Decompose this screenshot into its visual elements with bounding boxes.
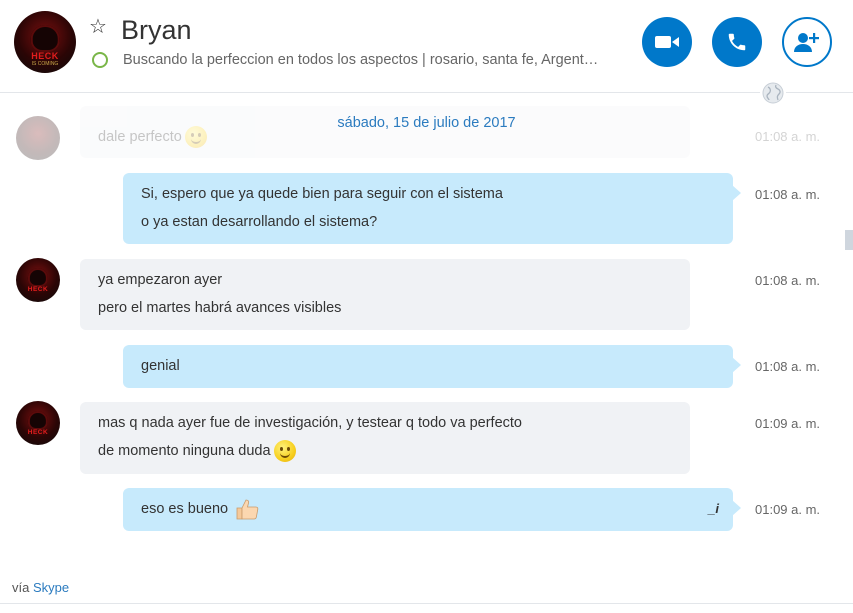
avatar-hood-shape (27, 267, 49, 288)
mood-message: Buscando la perfeccion en todos los aspe… (123, 52, 599, 68)
incoming-message-bubble[interactable]: mas q nada ayer fue de investigación, y … (80, 402, 690, 474)
message-timestamp: 01:09 a. m. (755, 502, 821, 517)
via-label: vía (12, 580, 30, 595)
skype-link[interactable]: Skype (33, 580, 69, 595)
outgoing-message-bubble[interactable]: eso es bueno _i (123, 488, 741, 531)
avatar-sub-text: IS COMING (31, 61, 59, 67)
contact-name[interactable]: Bryan (121, 14, 192, 46)
message-timestamp: 01:08 a. m. (755, 187, 821, 202)
favorite-star-icon[interactable]: ☆ (89, 16, 107, 38)
message-text-line: genial (141, 358, 180, 374)
message-timestamp: 01:08 a. m. (755, 273, 821, 288)
message-timestamp: 01:08 a. m. (755, 359, 821, 374)
outgoing-message-bubble[interactable]: Si, espero que ya quede bien para seguir… (123, 173, 741, 244)
edited-marker[interactable]: _i (708, 495, 719, 523)
incoming-message-bubble[interactable]: ya empezaron ayer pero el martes habrá a… (80, 259, 690, 330)
sender-avatar[interactable]: HECK (16, 258, 60, 302)
contact-avatar[interactable]: HECK IS COMING (14, 11, 76, 73)
message-timestamp: 01:09 a. m. (755, 416, 821, 431)
message-text-line: ya empezaron ayer (98, 272, 223, 288)
sender-avatar[interactable]: HECK (16, 401, 60, 445)
message-text-line: de momento ninguna duda (98, 443, 271, 459)
outgoing-message-bubble[interactable]: genial (123, 345, 741, 388)
message-text-line: eso es bueno (141, 501, 229, 517)
avatar-brand-text: HECK (27, 286, 49, 293)
add-person-icon (794, 33, 819, 52)
phone-icon (728, 33, 746, 51)
via-skype-footer: vía Skype (12, 580, 69, 596)
message-text-line: mas q nada ayer fue de investigación, y … (98, 415, 522, 431)
message-text-line: pero el martes habrá avances visibles (98, 300, 342, 316)
avatar-hood-shape (27, 410, 49, 431)
thumbs-up-emoji-icon (236, 499, 259, 520)
video-call-button[interactable] (642, 17, 692, 67)
conversation-header: HECK IS COMING ☆ Bryan Buscando la perfe… (0, 0, 853, 93)
smiley-emoji-icon (273, 440, 296, 463)
presence-status-icon (92, 52, 108, 68)
avatar-brand-text: HECK (31, 51, 59, 61)
message-text-line: o ya estan desarrollando el sistema? (141, 214, 378, 230)
add-participant-button[interactable] (782, 17, 832, 67)
avatar-brand-text: HECK (27, 429, 49, 436)
video-camera-icon (655, 36, 679, 48)
avatar-hood-shape (30, 24, 60, 52)
audio-call-button[interactable] (712, 17, 762, 67)
footer-divider (0, 603, 853, 604)
message-text-line: Si, espero que ya quede bien para seguir… (141, 186, 503, 202)
scrollbar-thumb[interactable] (845, 230, 853, 250)
globe-icon[interactable] (760, 80, 786, 106)
date-separator: sábado, 15 de julio de 2017 (337, 115, 516, 131)
